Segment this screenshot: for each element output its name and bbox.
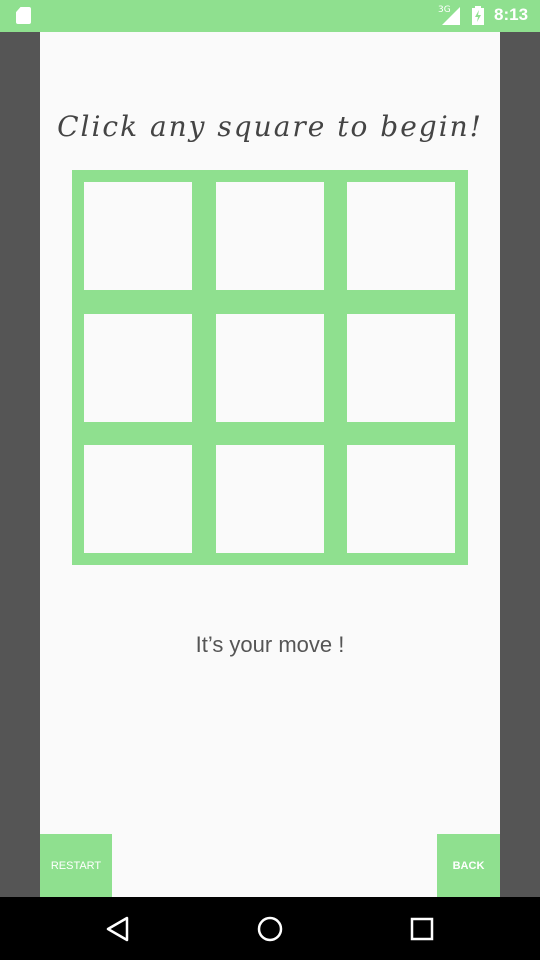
board-cell-9[interactable] <box>347 445 455 553</box>
sd-card-icon <box>16 7 31 24</box>
board-cell-7[interactable] <box>84 445 192 553</box>
board-cell-8[interactable] <box>216 445 324 553</box>
navigation-bar <box>0 897 540 960</box>
tic-tac-toe-board <box>72 170 468 565</box>
home-circle-icon[interactable] <box>252 911 288 947</box>
board-cell-2[interactable] <box>216 182 324 290</box>
board-cell-5[interactable] <box>216 314 324 422</box>
recents-square-icon[interactable] <box>404 911 440 947</box>
turn-status-text: It’s your move ! <box>195 632 345 657</box>
back-button[interactable]: BACK <box>437 834 500 897</box>
back-triangle-icon[interactable] <box>100 911 136 947</box>
board-cell-6[interactable] <box>347 314 455 422</box>
restart-button[interactable]: RESTART <box>40 834 112 897</box>
clock-time: 8:13 <box>494 5 529 24</box>
status-bar: 3G 8:13 <box>0 0 540 32</box>
game-panel: Click any square to begin! It’s your mov… <box>40 32 500 897</box>
board-cell-3[interactable] <box>347 182 455 290</box>
instruction-text: Click any square to begin! <box>57 110 483 143</box>
board-cell-4[interactable] <box>84 314 192 422</box>
signal-icon <box>442 7 460 25</box>
battery-charging-icon <box>472 6 484 25</box>
board-cell-1[interactable] <box>84 182 192 290</box>
